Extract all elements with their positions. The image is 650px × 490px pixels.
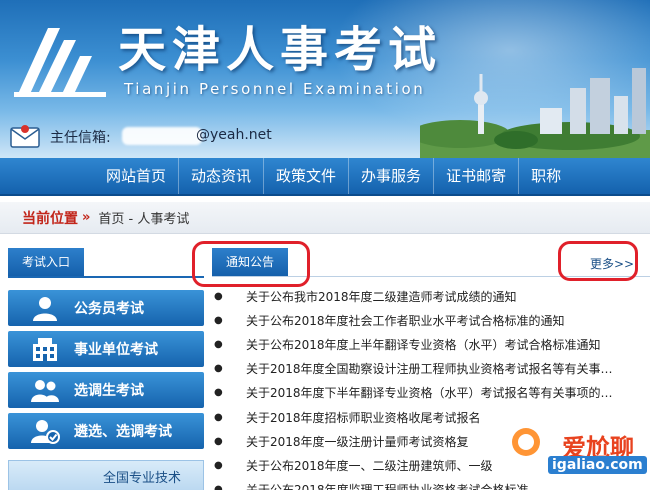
watermark-url: igaliao.com (548, 456, 647, 474)
breadcrumb-label: 当前位置 (22, 210, 78, 227)
nav-item-title[interactable]: 职称 (519, 158, 573, 194)
annotation-circle-more (558, 241, 638, 281)
nav-item-home[interactable]: 网站首页 (94, 158, 180, 194)
site-title: 天津人事考试 (118, 22, 443, 78)
breadcrumb-path: 首页 - 人事考试 (98, 212, 190, 227)
notice-link[interactable]: 关于公布2018年度一、二级注册建筑师、一级 (246, 457, 493, 474)
bullet-icon: ● (214, 290, 223, 302)
list-item[interactable]: ● 关于公布2018年度社会工作者职业水平考试合格标准的通知 (214, 308, 650, 332)
notice-link[interactable]: 关于2018年度一级注册计量师考试资格复 (246, 433, 469, 450)
notice-link[interactable]: 关于公布2018年度社会工作者职业水平考试合格标准的通知 (246, 312, 565, 329)
notice-link[interactable]: 关于公布2018年度监理工程师执业资格考试合格标准 (246, 481, 529, 490)
site-subtitle: Tianjin Personnel Examination (124, 80, 426, 98)
list-item[interactable]: ● 关于公布我市2018年度二级建造师考试成绩的通知 (214, 284, 650, 308)
notice-link[interactable]: 关于公布我市2018年度二级建造师考试成绩的通知 (246, 288, 517, 305)
city-skyline-icon (420, 68, 650, 158)
selected-graduate-exam-button[interactable]: 选调生考试 (8, 372, 204, 408)
logo-icon (14, 28, 106, 97)
breadcrumb: 当前位置 » 首页 - 人事考试 (0, 202, 650, 234)
tab-exam-entry[interactable]: 考试入口 (8, 248, 84, 276)
user-check-icon (31, 420, 60, 444)
selection-transfer-exam-button[interactable]: 遴选、选调考试 (8, 413, 204, 449)
notice-link[interactable]: 关于公布2018年度上半年翻译专业资格（水平）考试合格标准通知 (246, 336, 601, 353)
breadcrumb-arrow-icon: » (82, 210, 91, 225)
bullet-icon: ● (214, 387, 223, 399)
sidebar-button-label: 公务员考试 (74, 301, 144, 317)
sidebar-button-label: 事业单位考试 (74, 342, 158, 358)
person-icon (33, 297, 57, 321)
nav-item-news[interactable]: 动态资讯 (179, 158, 265, 194)
notice-link[interactable]: 关于2018年度全国勘察设计注册工程师执业资格考试报名等有关事… (246, 360, 613, 377)
bullet-icon: ● (214, 363, 223, 375)
annotation-circle-tab (192, 241, 310, 287)
bullet-icon: ● (214, 459, 223, 471)
people-icon (31, 380, 59, 402)
bullet-icon: ● (214, 338, 223, 350)
sidebar-divider (8, 276, 204, 278)
envelope-icon (10, 125, 40, 148)
sidebar-button-label: 选调生考试 (74, 383, 144, 399)
sidebar-button-label: 遴选、选调考试 (74, 424, 172, 440)
list-item[interactable]: ● 关于2018年度下半年翻译专业资格（水平）考试报名等有关事项的… (214, 381, 650, 405)
notice-link[interactable]: 关于2018年度下半年翻译专业资格（水平）考试报名等有关事项的… (246, 384, 613, 401)
list-item[interactable]: ● 关于公布2018年度上半年翻译专业资格（水平）考试合格标准通知 (214, 332, 650, 356)
civil-servant-exam-button[interactable]: 公务员考试 (8, 290, 204, 326)
list-item[interactable]: ● 关于2018年度全国勘察设计注册工程师执业资格考试报名等有关事… (214, 357, 650, 381)
bullet-icon: ● (214, 411, 223, 423)
nav-item-services[interactable]: 办事服务 (349, 158, 435, 194)
bullet-icon: ● (214, 484, 223, 490)
mailbox-label: 主任信箱: (50, 130, 111, 146)
sidebar-extra-label: 全国专业技术 (103, 471, 182, 486)
main-nav: 网站首页 动态资讯 政策文件 办事服务 证书邮寄 职称 (0, 158, 650, 196)
redacted-email-blur (122, 127, 202, 145)
national-professional-exam-button[interactable]: 全国专业技术 (8, 460, 204, 490)
notice-link[interactable]: 关于2018年度招标师职业资格收尾考试报名 (246, 409, 481, 426)
bullet-icon: ● (214, 314, 223, 326)
nav-item-certificate-mail[interactable]: 证书邮寄 (434, 158, 520, 194)
bullet-icon: ● (214, 435, 223, 447)
nav-item-policy[interactable]: 政策文件 (264, 158, 350, 194)
public-institution-exam-button[interactable]: 事业单位考试 (8, 331, 204, 367)
mailbox-email[interactable]: @yeah.net (196, 127, 272, 143)
building-icon (33, 338, 57, 361)
header-banner: 天津人事考试 Tianjin Personnel Examination 主任信… (0, 0, 650, 158)
